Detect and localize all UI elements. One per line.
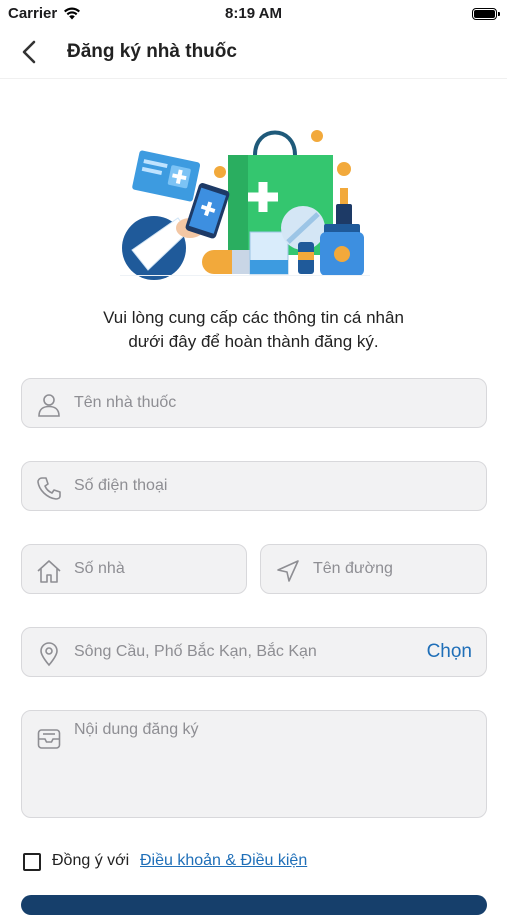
house-number-placeholder: Số nhà — [74, 560, 125, 577]
back-chevron-icon[interactable] — [14, 36, 46, 68]
navigation-bar: Đăng ký nhà thuốc — [0, 28, 507, 79]
terms-checkbox[interactable] — [23, 853, 41, 871]
phone-field[interactable]: Số điện thoại — [21, 461, 487, 511]
house-number-field[interactable]: Số nhà — [21, 544, 247, 594]
inbox-icon — [37, 729, 61, 749]
clock: 8:19 AM — [225, 5, 282, 22]
navigation-arrow-icon — [277, 560, 299, 582]
intro-line-2: dưới đây để hoàn thành đăng ký. — [128, 332, 379, 351]
street-name-placeholder: Tên đường — [313, 560, 393, 577]
pharmacy-name-placeholder: Tên nhà thuốc — [74, 394, 177, 411]
area-select-field[interactable]: Sông Cầu, Phố Bắc Kạn, Bắc Kạn Chọn — [21, 627, 487, 677]
agree-label: Đồng ý với — [52, 852, 130, 869]
terms-link[interactable]: Điều khoản & Điều kiện — [140, 852, 307, 870]
registration-content-placeholder: Nội dung đăng ký — [74, 721, 199, 738]
street-name-field[interactable]: Tên đường — [260, 544, 487, 594]
intro-line-1: Vui lòng cung cấp các thông tin cá nhân — [103, 308, 404, 327]
location-pin-icon — [40, 642, 58, 667]
registration-content-field[interactable]: Nội dung đăng ký — [21, 710, 487, 818]
submit-button[interactable] — [21, 895, 487, 915]
pharmacy-name-field[interactable]: Tên nhà thuốc — [21, 378, 487, 428]
choose-area-button[interactable]: Chọn — [427, 641, 472, 663]
home-icon — [37, 560, 61, 583]
battery-icon — [472, 8, 500, 20]
phone-icon — [37, 477, 61, 500]
status-bar: Carrier 8:19 AM — [0, 0, 507, 28]
user-icon — [38, 394, 60, 417]
intro-text: Vui lòng cung cấp các thông tin cá nhân … — [0, 306, 507, 354]
area-value: Sông Cầu, Phố Bắc Kạn, Bắc Kạn — [74, 643, 317, 660]
page-title: Đăng ký nhà thuốc — [67, 41, 237, 62]
pharmacy-shopping-illustration — [120, 130, 370, 280]
phone-placeholder: Số điện thoại — [74, 477, 168, 494]
